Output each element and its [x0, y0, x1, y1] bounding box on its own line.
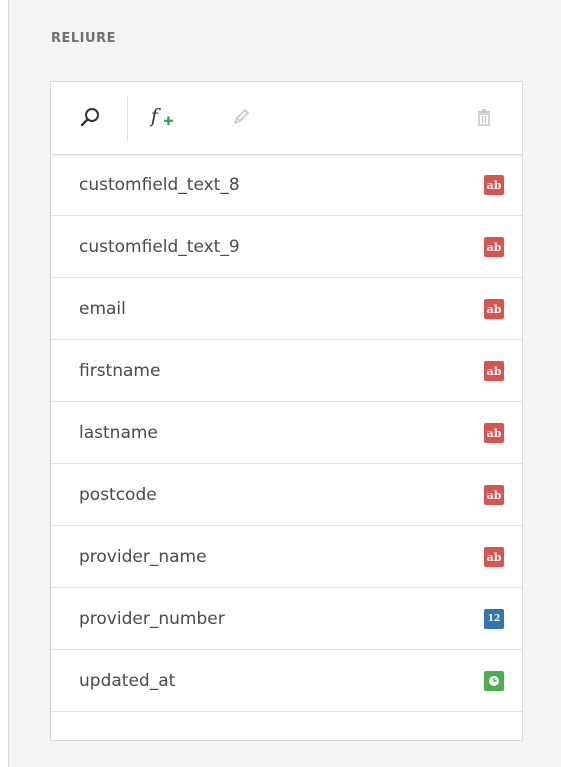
field-row[interactable]: lastname ab: [51, 402, 522, 464]
field-name: updated_at: [79, 671, 176, 691]
pencil-icon: [234, 109, 249, 124]
field-name: postcode: [79, 485, 157, 505]
function-add-icon: f: [149, 104, 173, 127]
text-type-icon: ab: [484, 299, 504, 319]
field-row[interactable]: postcode ab: [51, 464, 522, 526]
field-row[interactable]: customfield_text_8 ab: [51, 154, 522, 216]
field-list-panel: f customfield_text_8 ab customfield_text…: [50, 81, 523, 741]
add-function-button[interactable]: f: [149, 102, 179, 132]
field-row[interactable]: firstname ab: [51, 340, 522, 402]
field-row[interactable]: provider_name ab: [51, 526, 522, 588]
number-type-icon: 12: [484, 609, 504, 629]
delete-button[interactable]: [469, 102, 499, 132]
text-type-icon: ab: [484, 423, 504, 443]
field-name: lastname: [79, 423, 158, 443]
field-toolbar: f: [51, 82, 522, 155]
binding-section: RELIURE f customfield_text_8 ab customfi…: [8, 0, 561, 767]
field-row[interactable]: customfield_text_9 ab: [51, 216, 522, 278]
field-name: firstname: [79, 361, 161, 381]
search-icon: [80, 108, 99, 127]
field-name: customfield_text_8: [79, 175, 240, 195]
svg-text:f: f: [149, 104, 162, 127]
field-row[interactable]: updated_at: [51, 650, 522, 712]
text-type-icon: ab: [484, 237, 504, 257]
text-type-icon: ab: [484, 175, 504, 195]
toolbar-separator: [127, 96, 128, 142]
clock-icon: [484, 671, 504, 691]
text-type-icon: ab: [484, 485, 504, 505]
field-name: email: [79, 299, 126, 319]
trash-icon: [478, 109, 490, 126]
text-type-icon: ab: [484, 361, 504, 381]
search-button[interactable]: [75, 102, 105, 132]
section-title: RELIURE: [51, 31, 116, 46]
edit-button[interactable]: [226, 102, 256, 132]
field-list: customfield_text_7abcustomfield_text_8ab…: [51, 92, 522, 712]
field-name: provider_number: [79, 609, 225, 629]
field-name: customfield_text_9: [79, 237, 240, 257]
field-row[interactable]: provider_number 12: [51, 588, 522, 650]
text-type-icon: ab: [484, 547, 504, 567]
field-name: provider_name: [79, 547, 207, 567]
field-row[interactable]: email ab: [51, 278, 522, 340]
